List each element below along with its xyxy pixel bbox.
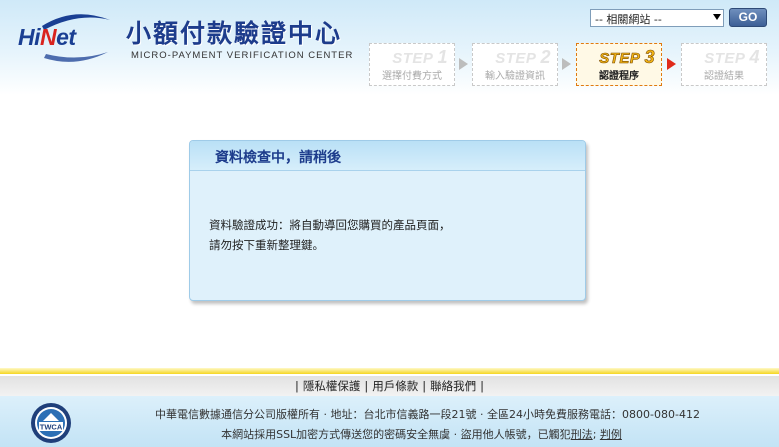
- footer-links: | 隱私權保護 | 用戶條款 | 聯絡我們 |: [0, 376, 779, 396]
- step-4-label: 認證結果: [704, 71, 744, 82]
- related-sites-select[interactable]: -- 相關網站 --: [590, 9, 724, 27]
- step-4-number: STEP 4: [704, 47, 760, 67]
- footer-separator: |: [480, 379, 484, 393]
- step-1: STEP 1 選擇付費方式: [369, 43, 455, 86]
- dropdown-arrow-icon: [713, 14, 721, 20]
- header: HiNet 小額付款驗證中心 MICRO-PAYMENT VERIFICATIO…: [0, 0, 779, 95]
- step-3: STEP 3 認證程序: [576, 43, 662, 86]
- footer-separator: |: [422, 379, 427, 393]
- step-2: STEP 2 輸入驗證資訊: [472, 43, 558, 86]
- footer-divider: [0, 368, 779, 374]
- step-arrow-icon: [459, 58, 468, 70]
- step-3-number: STEP 3: [599, 47, 655, 68]
- step-4: STEP 4 認證結果: [681, 43, 767, 86]
- terms-link[interactable]: 用戶條款: [372, 379, 418, 393]
- status-panel-title: 資料檢查中，請稍後: [215, 150, 341, 166]
- go-button[interactable]: GO: [729, 8, 767, 27]
- step-2-number: STEP 2: [495, 47, 551, 67]
- step-2-label: 輸入驗證資訊: [485, 71, 545, 82]
- status-message-line2: 請勿按下重新整理鍵。: [209, 238, 324, 252]
- step-3-label: 認證程序: [599, 71, 639, 82]
- footer-separator: |: [295, 379, 299, 393]
- status-message-line1: 資料驗證成功：將自動導回您購買的產品頁面，: [209, 218, 451, 232]
- footer-security-notice: 本網站採用SSL加密方式傳送您的密碼安全無虞 ‧ 盜用他人帳號，已觸犯刑法; 判…: [0, 426, 779, 442]
- logo-text: HiNet: [18, 24, 76, 50]
- step-1-label: 選擇付費方式: [382, 71, 442, 82]
- step-arrow-active-icon: [667, 58, 676, 70]
- step-1-number: STEP 1: [392, 47, 448, 67]
- footer-separator: |: [364, 379, 369, 393]
- page: HiNet 小額付款驗證中心 MICRO-PAYMENT VERIFICATIO…: [0, 0, 779, 447]
- site-title: 小額付款驗證中心: [126, 19, 343, 48]
- criminal-law-link[interactable]: 刑法: [571, 428, 593, 441]
- step-arrow-icon: [562, 58, 571, 70]
- status-panel-header: 資料檢查中，請稍後: [190, 141, 585, 171]
- site-subtitle: MICRO-PAYMENT VERIFICATION CENTER: [131, 50, 354, 61]
- hinet-logo[interactable]: HiNet: [14, 12, 112, 64]
- related-sites-selected: -- 相關網站 --: [595, 13, 662, 26]
- status-panel: 資料檢查中，請稍後 資料驗證成功：將自動導回您購買的產品頁面， 請勿按下重新整理…: [189, 140, 586, 301]
- footer-security-text: 本網站採用SSL加密方式傳送您的密碼安全無虞 ‧ 盜用他人帳號，已觸犯: [221, 428, 571, 441]
- privacy-link[interactable]: 隱私權保護: [303, 379, 361, 393]
- case-law-link[interactable]: 判例: [600, 428, 622, 441]
- contact-link[interactable]: 聯絡我們: [430, 379, 476, 393]
- footer-link-separator: ;: [592, 428, 600, 441]
- footer-copyright: 中華電信數據通信分公司版權所有 ‧ 地址：台北市信義路一段21號 ‧ 全區24小…: [155, 408, 700, 421]
